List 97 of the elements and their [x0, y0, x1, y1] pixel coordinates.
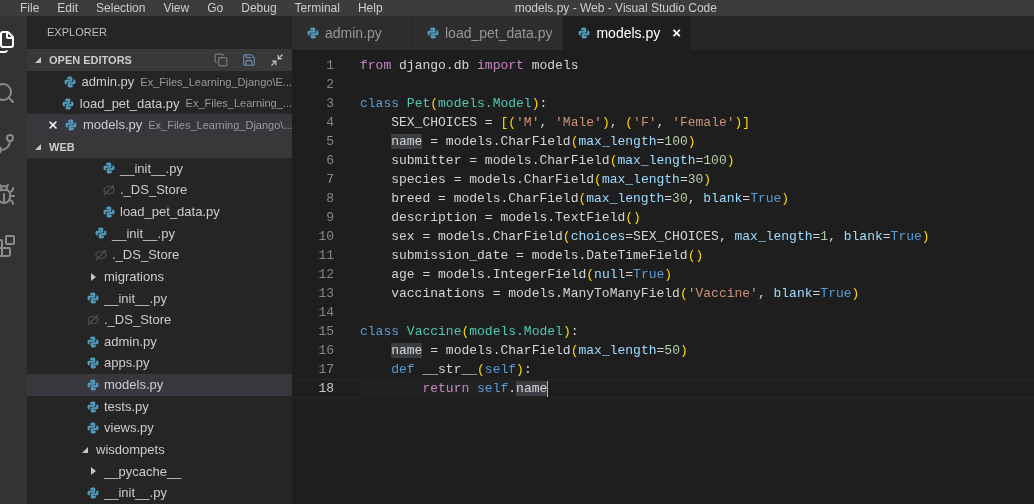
- code-line: description = models.TextField(): [390, 208, 641, 227]
- menu-item[interactable]: Terminal: [294, 2, 340, 14]
- menu-item[interactable]: Help: [357, 2, 383, 14]
- editor-tab[interactable]: load_pet_data.py: [412, 16, 564, 50]
- editor-tab[interactable]: admin.py: [292, 16, 412, 50]
- tree-entry[interactable]: ._DS_Store: [27, 179, 292, 201]
- python-icon: [87, 487, 99, 500]
- python-icon: [63, 75, 76, 88]
- line-number: 15: [317, 322, 334, 341]
- python-icon: [578, 27, 591, 39]
- code-line: class Pet(models.Model):: [360, 94, 548, 113]
- window-icon[interactable]: [214, 53, 228, 68]
- open-editor-item[interactable]: models.py Ex_Files_Learning_Django\...: [27, 114, 292, 136]
- code-line: vaccinations = models.ManyToManyField('Vaccine', blank=True): [390, 284, 860, 303]
- expanded-arrow-icon: [82, 446, 88, 453]
- line-number: 1: [325, 56, 334, 75]
- folder-entry[interactable]: wisdompets: [27, 439, 292, 461]
- window-title: models.py - Web - Visual Studio Code: [514, 2, 717, 14]
- line-number: 7: [325, 170, 334, 189]
- line-number: 18: [317, 379, 334, 398]
- tree-entry[interactable]: __init__.py: [27, 157, 292, 180]
- code-line: species = models.CharField(max_length=30): [390, 170, 712, 189]
- line-number: 9: [325, 208, 334, 227]
- open-editor-item[interactable]: admin.py Ex_Files_Learning_Django\E...: [27, 71, 292, 93]
- editor-tab[interactable]: models.py ×: [563, 16, 692, 50]
- expanded-arrow-icon: [35, 143, 41, 150]
- tree-entry[interactable]: __init__.py: [27, 222, 292, 245]
- python-icon: [87, 357, 99, 370]
- line-number: 8: [325, 189, 334, 208]
- python-icon: [61, 97, 74, 110]
- python-icon: [103, 205, 115, 218]
- slashed-circle-icon: [95, 249, 107, 262]
- open-editor-item[interactable]: load_pet_data.py Ex_Files_Learning_...: [27, 92, 292, 115]
- line-number: 17: [317, 360, 334, 379]
- text-cursor: [547, 380, 549, 397]
- tree-entry[interactable]: __init__.py: [27, 482, 292, 504]
- python-icon: [103, 162, 115, 175]
- code-line: def __str__(self):: [390, 360, 532, 379]
- tree-entry[interactable]: apps.py: [27, 352, 292, 375]
- line-number: 2: [325, 75, 334, 94]
- folder-entry[interactable]: __pycache__: [27, 460, 292, 483]
- code-line: from django.db import models: [360, 56, 579, 75]
- python-icon: [95, 227, 107, 240]
- code-line: submitter = models.CharField(max_length=100): [390, 151, 735, 170]
- section-header[interactable]: WEB: [27, 136, 292, 158]
- code-line: submission_date = models.DateTimeField(): [390, 246, 704, 265]
- code-line: SEX_CHOICES = [('M', 'Male'), ('F', 'Female')]: [390, 113, 751, 132]
- slashed-circle-icon: [87, 313, 99, 326]
- tree-entry[interactable]: tests.py: [27, 395, 292, 418]
- menu-item[interactable]: Go: [207, 2, 224, 14]
- collapsed-arrow-icon: [90, 272, 96, 281]
- code-line: sex = models.CharField(choices=SEX_CHOICES, max_length=1, blank=True): [390, 227, 930, 246]
- tree-entry[interactable]: load_pet_data.py: [27, 200, 292, 223]
- python-icon: [87, 422, 99, 435]
- menu-item[interactable]: Edit: [57, 2, 79, 14]
- line-number: 5: [325, 132, 334, 151]
- code-line: class Vaccine(models.Model):: [360, 322, 579, 341]
- python-icon: [307, 27, 319, 39]
- code-line: breed = models.CharField(max_length=30, blank=True): [390, 189, 790, 208]
- tree-entry[interactable]: admin.py: [27, 330, 292, 353]
- python-icon: [87, 378, 99, 391]
- folder-entry[interactable]: migrations: [27, 265, 292, 288]
- tree-entry[interactable]: ._DS_Store: [27, 309, 292, 331]
- line-number: 6: [325, 151, 334, 170]
- tree-entry[interactable]: ._DS_Store: [27, 244, 292, 266]
- close-icon[interactable]: [47, 119, 59, 132]
- save-all-icon[interactable]: [242, 53, 256, 68]
- slashed-circle-icon: [103, 184, 115, 197]
- python-icon: [87, 400, 99, 413]
- tree-entry[interactable]: __init__.py: [27, 287, 292, 310]
- line-number: 13: [317, 284, 334, 303]
- line-number: 4: [325, 113, 334, 132]
- line-number: 10: [317, 227, 334, 246]
- close-all-icon[interactable]: [270, 53, 284, 68]
- line-number: 3: [325, 94, 334, 113]
- line-number: 11: [317, 246, 334, 265]
- tree-entry[interactable]: models.py: [27, 374, 292, 396]
- menu-item[interactable]: File: [20, 2, 40, 14]
- expanded-arrow-icon: [35, 57, 41, 64]
- menu-item[interactable]: Debug: [241, 2, 277, 14]
- tree-entry[interactable]: views.py: [27, 417, 292, 439]
- line-number: 14: [317, 303, 334, 322]
- line-number: 12: [317, 265, 334, 284]
- collapsed-arrow-icon: [90, 467, 96, 476]
- code-line: age = models.IntegerField(null=True): [390, 265, 673, 284]
- menu-item[interactable]: View: [163, 2, 190, 14]
- python-icon: [65, 119, 77, 132]
- menu-item[interactable]: Selection: [96, 2, 146, 14]
- code-line: name = models.CharField(max_length=100): [390, 132, 696, 151]
- sidebar-title: EXPLORER: [47, 25, 107, 41]
- close-tab[interactable]: ×: [672, 21, 681, 45]
- section-header[interactable]: OPEN EDITORS: [27, 49, 292, 72]
- python-icon: [427, 27, 439, 39]
- code-line: name = models.CharField(max_length=50): [390, 341, 688, 360]
- python-icon: [87, 292, 99, 305]
- line-number: 16: [317, 341, 334, 360]
- python-icon: [87, 335, 99, 348]
